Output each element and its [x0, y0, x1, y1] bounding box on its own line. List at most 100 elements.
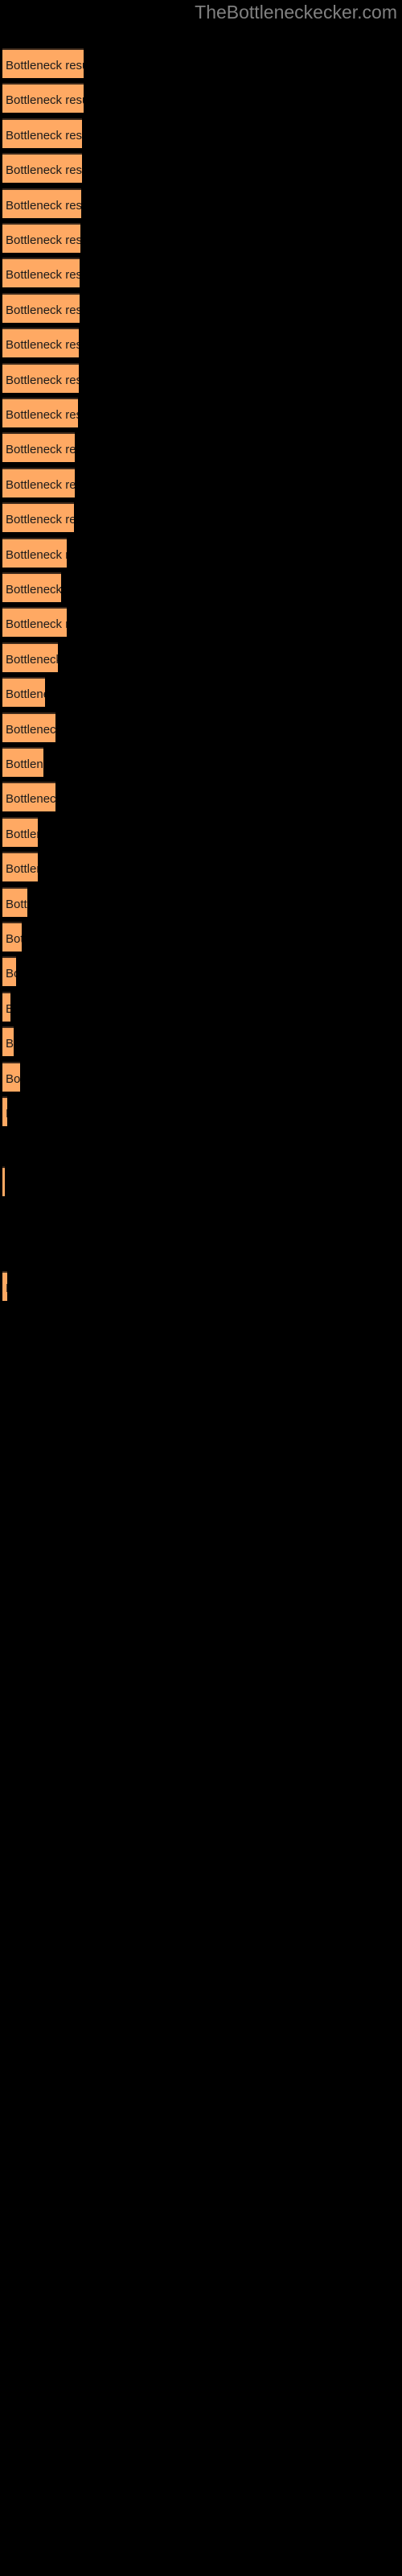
bar-label: Bottleneck result — [6, 932, 22, 946]
bar-row: Bottleneck result — [2, 782, 55, 812]
bar-label: Bottleneck result — [6, 1071, 20, 1086]
bar-row: Bottleneck result — [2, 188, 81, 218]
chart-bar[interactable]: Bottleneck result — [2, 258, 80, 288]
chart-bar[interactable]: Bottleneck result — [2, 48, 84, 78]
chart-bar[interactable]: Bottleneck result — [2, 607, 67, 638]
bar-row: Bottleneck result — [2, 328, 79, 358]
bar-label: Bottleneck result — [6, 338, 79, 353]
bar-label: Bottleneck result — [6, 652, 58, 667]
bar-label: Bottleneck result — [6, 722, 55, 737]
bar-row: Bottleneck result — [2, 747, 43, 777]
bar-label: Bottleneck result — [6, 547, 67, 562]
chart-bar[interactable]: Bottleneck result — [2, 223, 80, 253]
bar-label: Bottleneck result — [6, 303, 80, 317]
bar-label: Bottleneck result — [6, 583, 61, 597]
chart-bar[interactable]: Bottleneck result — [2, 118, 82, 148]
bar-row: Bottleneck result — [2, 922, 22, 952]
chart-bar[interactable]: Bottleneck result — [2, 362, 79, 393]
bar-row: Bottleneck result — [2, 223, 80, 253]
chart-bar[interactable]: Bottleneck result — [2, 852, 38, 882]
chart-bar[interactable]: Bottleneck result — [2, 782, 55, 812]
chart-bar[interactable]: Bottleneck result — [2, 1096, 7, 1126]
bar-row: Bottleneck result — [2, 258, 80, 288]
bar-row: Bottleneck result — [2, 292, 80, 323]
bar-row: Bottleneck result — [2, 1096, 7, 1126]
bar-row: Bottleneck result — [2, 48, 84, 78]
bar-label: Bottleneck result — [6, 1098, 7, 1126]
chart-bar[interactable]: Bottleneck result — [2, 642, 58, 672]
bar-row: Bottleneck result — [2, 1061, 20, 1092]
bar-label: Bottleneck result — [6, 617, 67, 632]
bar-row: Bottleneck result — [2, 572, 61, 602]
bar-row: Bottleneck result — [2, 398, 78, 427]
chart-bar[interactable]: Bottleneck result — [2, 956, 16, 987]
bar-label: Bottleneck result — [6, 128, 82, 142]
chart-bar[interactable]: Bottleneck result — [2, 816, 38, 847]
bar-row: Bottleneck result — [2, 83, 84, 114]
chart-bar[interactable]: Bottleneck result — [2, 572, 61, 602]
bar-label: Bottleneck result — [6, 687, 45, 702]
chart-bar[interactable]: Bottleneck result — [2, 328, 79, 358]
bar-row: Bottleneck result — [2, 537, 67, 568]
chart-bar[interactable]: Bottleneck result — [2, 747, 43, 777]
bar-row: Bottleneck result — [2, 712, 55, 742]
bar-label: Bottleneck result — [6, 477, 75, 492]
bar-label: Bottleneck result — [6, 862, 38, 877]
bottleneck-result-chart-page: TheBottleneckecker.com Bottleneck result… — [0, 0, 402, 2576]
chart-bar[interactable]: Bottleneck result — [2, 1026, 14, 1057]
bar-row: Bottleneck result — [2, 642, 58, 672]
bar-label: Bottleneck result — [6, 758, 43, 771]
chart-bar[interactable]: Bottleneck result — [2, 467, 75, 497]
chart-bar[interactable]: Bottleneck result — [2, 153, 82, 184]
bar-label: Bottleneck result — [6, 1037, 14, 1051]
bar-row: Bottleneck result — [2, 1271, 7, 1301]
bar-row: Bottleneck result — [2, 607, 67, 638]
bar-row: Bottleneck result — [2, 1026, 14, 1057]
bar-label: Bottleneck result — [6, 198, 81, 213]
chart-bar[interactable]: Bottleneck result — [2, 1061, 20, 1092]
bar-row: Bottleneck result — [2, 886, 27, 917]
bar-row: Bottleneck result — [2, 362, 79, 393]
bar-row: Bottleneck result — [2, 991, 10, 1022]
bar-label: Bottleneck result — [6, 163, 82, 178]
bar-label: Bottleneck result — [6, 1273, 7, 1301]
chart-bar[interactable]: Bottleneck result — [2, 537, 67, 568]
bar-row: Bottleneck result — [2, 502, 74, 533]
bar-row: Bottleneck result — [2, 467, 75, 497]
bar-row: Bottleneck result — [2, 432, 75, 463]
chart-bar[interactable]: Bottleneck result — [2, 922, 22, 952]
bar-row: Bottleneck result — [2, 852, 38, 882]
bar-row: Bottleneck result — [2, 677, 45, 708]
bar-label: Bottleneck result — [6, 513, 74, 527]
chart-bar[interactable]: Bottleneck result — [2, 886, 27, 917]
bar-label: Bottleneck result — [6, 93, 84, 108]
chart-bar[interactable]: Bottleneck result — [2, 188, 81, 218]
bar-label: Bottleneck result — [6, 443, 75, 457]
bar-row: Bottleneck result — [2, 956, 16, 987]
bar-row: Bottleneck result — [2, 816, 38, 847]
chart-bar[interactable]: Bottleneck result — [2, 712, 55, 742]
bar-row: Bottleneck result — [2, 153, 82, 184]
bar-chart-plot-area: Bottleneck result Bottleneck result Bottle… — [0, 0, 402, 2576]
chart-bar[interactable]: Bottleneck result — [2, 432, 75, 463]
bar-label: Bottleneck result — [6, 993, 10, 1022]
bar-label: Bottleneck result — [6, 967, 16, 981]
bar-label: Bottleneck result — [6, 408, 78, 422]
bar-row: Bottleneck result — [2, 1166, 5, 1196]
chart-bar[interactable]: Bottleneck result — [2, 1166, 5, 1196]
bar-label: Bottleneck result — [6, 827, 38, 841]
bar-label: Bottleneck result — [6, 792, 55, 807]
chart-bar[interactable]: Bottleneck result — [2, 1271, 7, 1301]
bar-label: Bottleneck result — [6, 897, 27, 911]
chart-bar[interactable]: Bottleneck result — [2, 677, 45, 708]
chart-bar[interactable]: Bottleneck result — [2, 83, 84, 114]
bar-label: Bottleneck result — [6, 59, 84, 72]
bar-row: Bottleneck result — [2, 118, 82, 148]
chart-bar[interactable]: Bottleneck result — [2, 292, 80, 323]
chart-bar[interactable]: Bottleneck result — [2, 398, 78, 427]
chart-bar[interactable]: Bottleneck result — [2, 502, 74, 533]
chart-bar[interactable]: Bottleneck result — [2, 991, 10, 1022]
bar-label: Bottleneck result — [6, 233, 80, 247]
bar-label: Bottleneck result — [6, 373, 79, 387]
bar-label: Bottleneck result — [6, 268, 80, 283]
